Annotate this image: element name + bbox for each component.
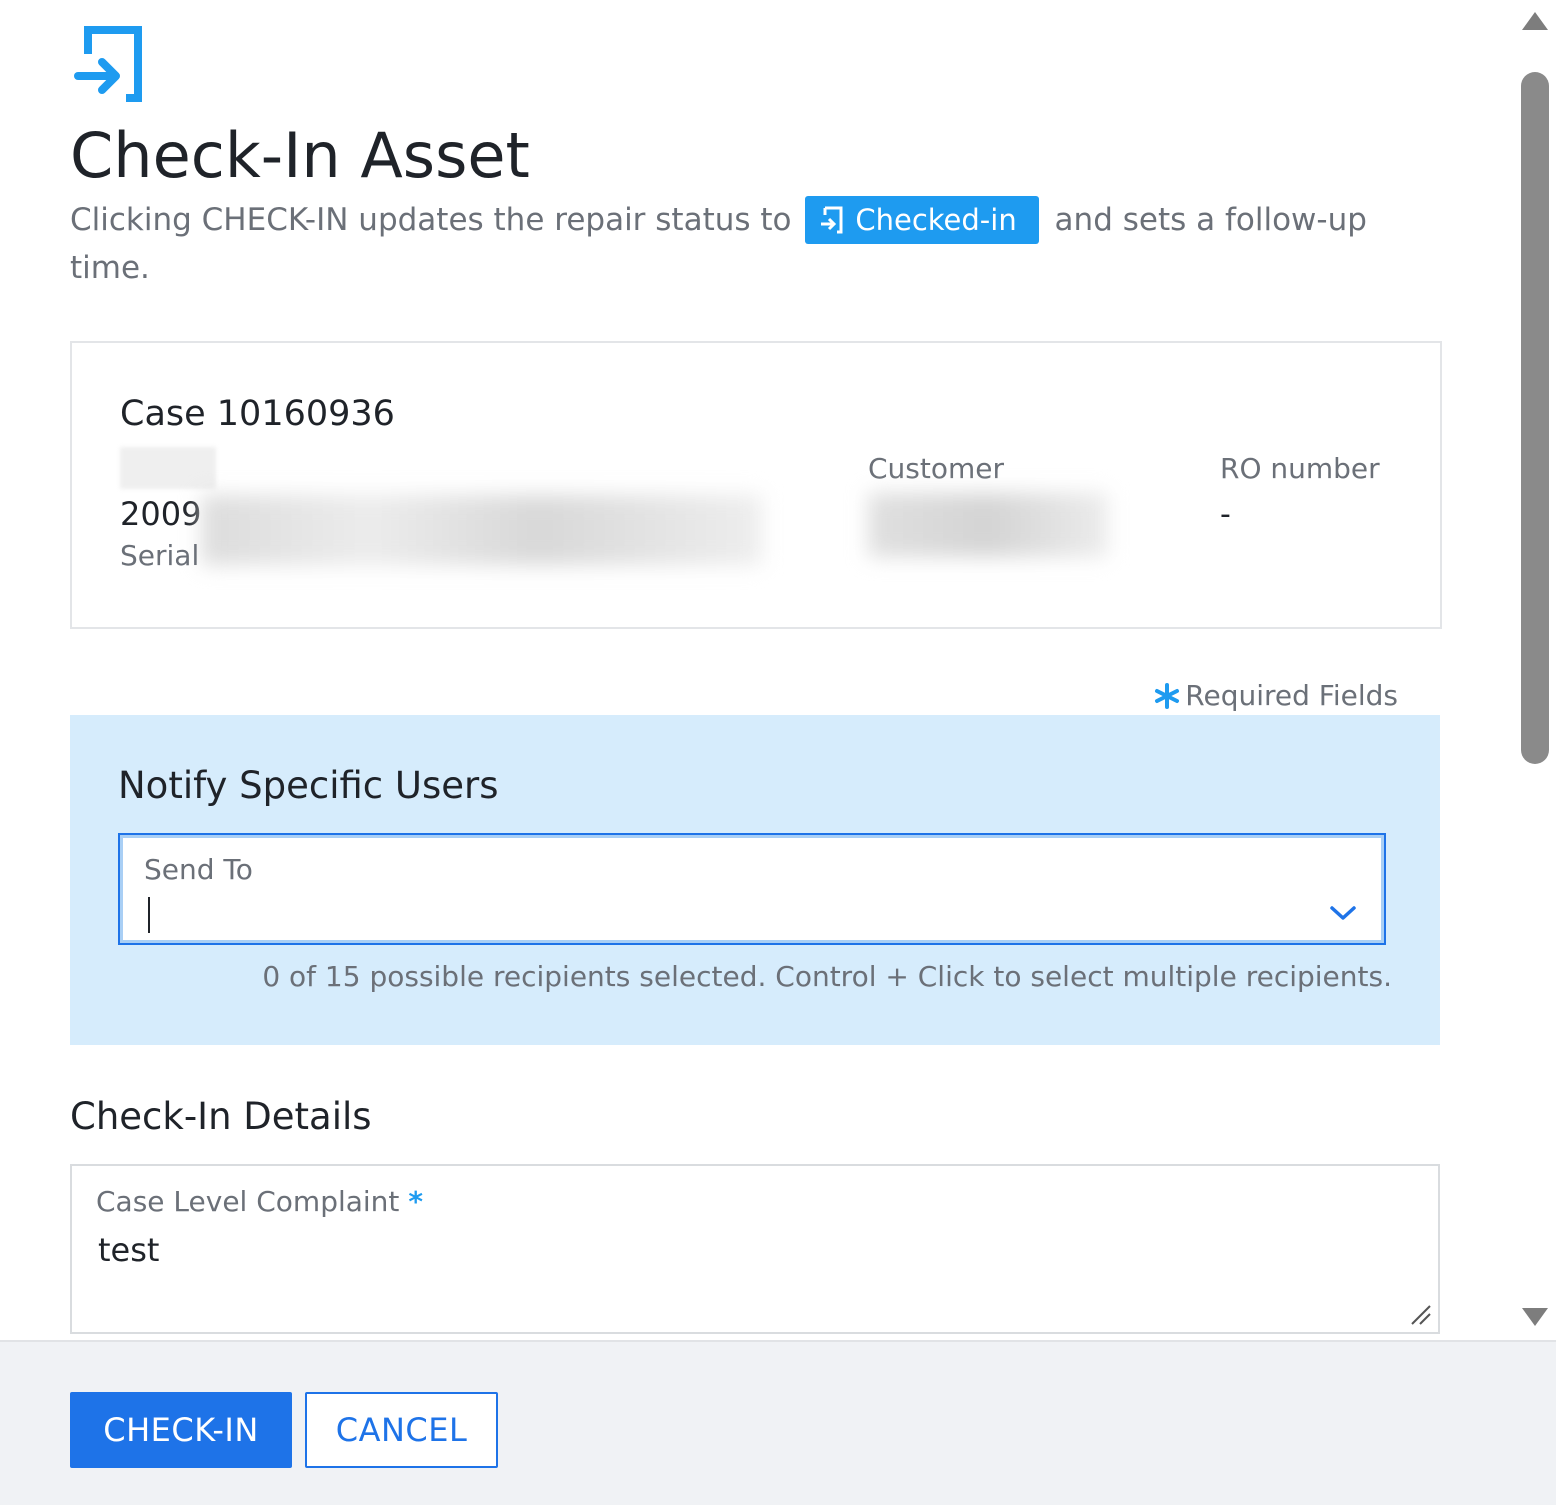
- required-star-icon: *: [408, 1185, 423, 1218]
- case-complaint-textarea[interactable]: Case Level Complaint * test: [70, 1164, 1440, 1334]
- page-subtitle: Clicking CHECK-IN updates the repair sta…: [70, 196, 1450, 292]
- check-in-details-title: Check-In Details: [70, 1095, 372, 1138]
- dialog-scroll-area: Check-In Asset Clicking CHECK-IN updates…: [0, 0, 1514, 1340]
- complaint-value[interactable]: test: [98, 1230, 159, 1270]
- text-caret: [148, 897, 150, 933]
- send-to-label: Send To: [144, 853, 253, 886]
- asset-label-redacted: [120, 447, 216, 489]
- dialog-footer: CHECK-IN CANCEL: [0, 1340, 1556, 1505]
- resize-grip-icon[interactable]: [1410, 1304, 1432, 1326]
- notify-users-panel: Notify Specific Users Send To 0 of 15 po…: [70, 715, 1440, 1045]
- asset-year: 2009: [120, 495, 202, 533]
- page-title: Check-In Asset: [70, 119, 530, 192]
- vertical-scrollbar[interactable]: [1514, 0, 1556, 1340]
- required-fields-label: Required Fields: [1185, 679, 1398, 712]
- customer-value-redacted: [868, 493, 1108, 557]
- check-in-icon: [74, 26, 142, 102]
- subtitle-text-start: Clicking CHECK-IN updates the repair sta…: [70, 202, 802, 238]
- recipients-help-text: 0 of 15 possible recipients selected. Co…: [262, 960, 1392, 993]
- required-star-icon: [1155, 683, 1180, 709]
- ro-number-value: -: [1220, 497, 1231, 532]
- check-in-button[interactable]: CHECK-IN: [70, 1392, 292, 1468]
- serial-label: Serial: [120, 539, 200, 572]
- status-chip-checked-in: Checked-in: [805, 196, 1039, 244]
- case-summary-card: Case 10160936 2009 Serial Customer RO nu…: [70, 341, 1442, 629]
- ro-number-label: RO number: [1220, 452, 1380, 485]
- asset-name-redacted: [202, 495, 762, 565]
- notify-section-title: Notify Specific Users: [118, 764, 499, 807]
- send-to-select[interactable]: Send To: [118, 833, 1386, 945]
- case-title: Case 10160936: [120, 394, 395, 434]
- complaint-label-text: Case Level Complaint: [96, 1185, 400, 1218]
- complaint-label: Case Level Complaint *: [96, 1184, 423, 1220]
- check-in-icon: [821, 206, 843, 234]
- required-fields-note: Required Fields: [1153, 676, 1398, 716]
- scroll-up-arrow-icon[interactable]: [1522, 12, 1548, 30]
- scroll-down-arrow-icon[interactable]: [1522, 1308, 1548, 1326]
- chevron-down-icon[interactable]: [1328, 901, 1358, 925]
- cancel-button[interactable]: CANCEL: [305, 1392, 498, 1468]
- scrollbar-thumb[interactable]: [1521, 72, 1549, 764]
- customer-label: Customer: [868, 452, 1005, 485]
- status-chip-label: Checked-in: [855, 203, 1017, 237]
